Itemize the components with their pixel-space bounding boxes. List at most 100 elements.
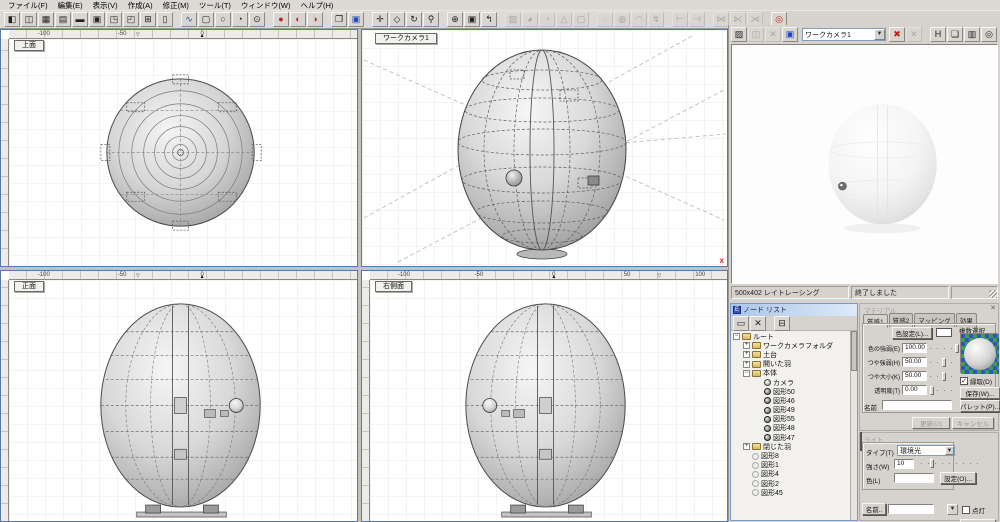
- tree-item[interactable]: 図形2: [731, 479, 850, 488]
- render-mode-button[interactable]: ▣: [782, 27, 798, 42]
- slider-track[interactable]: [930, 372, 957, 381]
- slider-track[interactable]: [930, 358, 957, 367]
- viewport-canvas-camera[interactable]: [362, 30, 727, 266]
- view-wire-button[interactable]: ◳: [106, 12, 122, 27]
- chevron-down-icon[interactable]: ▼: [945, 446, 954, 455]
- sphere-tool-button[interactable]: ◔: [232, 12, 248, 27]
- menu-item[interactable]: ヘルプ(H): [295, 0, 338, 11]
- tree-expand-toggle[interactable]: −: [733, 333, 740, 340]
- center-point-button[interactable]: ⊕: [447, 12, 463, 27]
- slider-thumb[interactable]: [942, 358, 946, 367]
- scrollbar-thumb[interactable]: [851, 331, 857, 371]
- menu-item[interactable]: ファイル(F): [3, 0, 53, 11]
- camera-select[interactable]: ワークカメラ1 ▼: [802, 28, 886, 41]
- menu-item[interactable]: 編集(E): [53, 0, 88, 11]
- mod-arc-button[interactable]: ◠: [631, 12, 647, 27]
- circle-tool-button[interactable]: ○: [215, 12, 231, 27]
- node-collapse-button[interactable]: ⊟: [774, 316, 790, 331]
- viewport-close-icon[interactable]: x: [720, 256, 724, 265]
- sel-top-button[interactable]: △: [556, 12, 572, 27]
- sel-rotate-button[interactable]: ◕: [522, 12, 538, 27]
- view-shaded-button[interactable]: ▣: [89, 12, 105, 27]
- light-color-field[interactable]: [894, 473, 934, 483]
- material-window-button[interactable]: ▣: [348, 12, 364, 27]
- material-preview[interactable]: [960, 333, 998, 373]
- sel-box-button[interactable]: ▢: [573, 12, 589, 27]
- material-color-swatch[interactable]: [936, 328, 952, 337]
- sel-rect-button[interactable]: ▧: [505, 12, 521, 27]
- slider-thumb[interactable]: [930, 386, 934, 395]
- copy-window-button[interactable]: ❐: [331, 12, 347, 27]
- split-button[interactable]: ⋈: [713, 12, 729, 27]
- slider-track[interactable]: [930, 386, 957, 395]
- tree-item[interactable]: + 閉じた羽: [731, 442, 850, 451]
- grid-settings-button[interactable]: ⊞: [140, 12, 156, 27]
- render-clear-button[interactable]: ✕: [765, 27, 781, 42]
- layout-single-button[interactable]: ◧: [4, 12, 20, 27]
- render-settings-button[interactable]: ▨: [731, 27, 747, 42]
- node-list-scrollbar[interactable]: [850, 331, 857, 520]
- tree-item[interactable]: 図形45: [731, 488, 850, 497]
- light-strength-field[interactable]: 10: [894, 459, 914, 469]
- light-type-select[interactable]: 環境光 ▼: [897, 445, 955, 456]
- slider-thumb[interactable]: [955, 344, 959, 353]
- node-list-title-bar[interactable]: E ノード リスト: [731, 304, 857, 316]
- viewport-canvas-front[interactable]: [9, 280, 357, 521]
- tree-expand-toggle[interactable]: +: [743, 361, 750, 368]
- slider-thumb[interactable]: [942, 372, 946, 381]
- slider-value-field[interactable]: 50.00: [902, 357, 927, 367]
- render-preview[interactable]: [731, 44, 998, 284]
- save-material-button[interactable]: 保存(W)...: [960, 387, 1000, 399]
- menu-item[interactable]: 修正(M): [158, 0, 194, 11]
- render-hold-button[interactable]: H: [930, 27, 946, 42]
- chevron-down-icon[interactable]: ▼: [947, 504, 958, 515]
- render-zoom-button[interactable]: ◎: [981, 27, 997, 42]
- render-button[interactable]: ●: [273, 12, 289, 27]
- render-half-button[interactable]: ◐: [290, 12, 306, 27]
- node-new-button[interactable]: ▭: [733, 316, 749, 331]
- menu-item[interactable]: 表示(V): [88, 0, 123, 11]
- view-bar-button[interactable]: ▬: [72, 12, 88, 27]
- layout-split-button[interactable]: ◫: [21, 12, 37, 27]
- render-stop-button[interactable]: ✕: [906, 27, 922, 42]
- slider-track[interactable]: [930, 344, 957, 353]
- lit-checkbox[interactable]: [962, 506, 970, 514]
- pick-tool-button[interactable]: ⚲: [423, 12, 439, 27]
- ring-tool-button[interactable]: ⊙: [249, 12, 265, 27]
- viewport-front[interactable]: -100-500▽▲: [0, 270, 358, 522]
- scale-tool-button[interactable]: ◇: [389, 12, 405, 27]
- close-icon[interactable]: ✕: [990, 304, 996, 312]
- light-name-button[interactable]: 名前..: [862, 503, 886, 515]
- render-save-button[interactable]: ❏: [947, 27, 963, 42]
- outline-checkbox-row[interactable]: ✓ 縁取(D): [960, 376, 992, 386]
- menu-item[interactable]: ツール(T): [194, 0, 236, 11]
- curve-tool-button[interactable]: ∿: [181, 12, 197, 27]
- tree-item[interactable]: 図形4: [731, 470, 850, 479]
- flip-back-button[interactable]: ↰: [481, 12, 497, 27]
- panel-toggle-button[interactable]: ▯: [157, 12, 173, 27]
- chevron-down-icon[interactable]: ▼: [874, 29, 885, 40]
- mod-fill-button[interactable]: ◍: [614, 12, 630, 27]
- light-setting-button[interactable]: 設定(O)...: [940, 472, 976, 484]
- viewport-camera[interactable]: ワークカメラ1 x: [361, 29, 728, 267]
- join-right-button[interactable]: ⊣: [689, 12, 705, 27]
- move-tool-button[interactable]: ✛: [372, 12, 388, 27]
- material-update-button[interactable]: 更新(U): [912, 417, 950, 429]
- render-part-button[interactable]: ◑: [307, 12, 323, 27]
- mod-spin-button[interactable]: ↯: [648, 12, 664, 27]
- tree-expand-toggle[interactable]: −: [743, 370, 750, 377]
- render-close-button[interactable]: ✖: [889, 27, 905, 42]
- join-left-button[interactable]: ⊢: [672, 12, 688, 27]
- rect-tool-button[interactable]: ▢: [198, 12, 214, 27]
- render-print-button[interactable]: ▥: [964, 27, 980, 42]
- lit-checkbox-row[interactable]: 点灯: [962, 505, 985, 515]
- palette-button[interactable]: パレット(P)...: [960, 400, 1000, 412]
- color-setting-button[interactable]: 色設定(L)...: [892, 327, 932, 339]
- slider-thumb[interactable]: [930, 459, 934, 468]
- viewport-canvas-top[interactable]: [9, 39, 357, 266]
- tree-item[interactable]: 図形1: [731, 461, 850, 470]
- slider-value-field[interactable]: 0.00: [902, 385, 927, 395]
- tree-expand-toggle[interactable]: +: [743, 342, 750, 349]
- tree-item[interactable]: + ワークカメラフォルダ: [731, 341, 850, 350]
- material-cancel-button[interactable]: キャンセル: [952, 417, 994, 429]
